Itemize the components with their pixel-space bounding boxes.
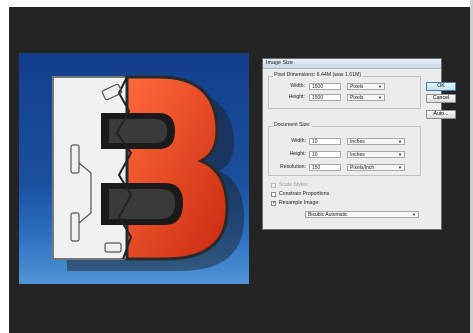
chevron-down-icon: ▼ — [398, 152, 402, 157]
height-unit-select[interactable]: Pixels ▼ — [347, 94, 385, 101]
resolution-unit-select[interactable]: Pixels/Inch ▼ — [347, 164, 405, 171]
image-canvas[interactable] — [19, 53, 249, 284]
resample-method-select[interactable]: Bicubic Automatic ▼ — [305, 211, 419, 218]
doc-width-input[interactable]: 10 — [309, 138, 341, 145]
image-size-dialog: Image Size Pixel Dimensions: 6.44M (was … — [262, 58, 442, 230]
width-input[interactable]: 1500 — [309, 83, 341, 90]
width-unit-value: Pixels — [350, 84, 364, 90]
width-unit-select[interactable]: Pixels ▼ — [347, 83, 385, 90]
chevron-down-icon: ▼ — [412, 212, 416, 217]
pixel-dimensions-group — [268, 76, 421, 109]
constrain-proportions-label: Constrain Proportions — [279, 191, 330, 197]
dialog-title: Image Size — [263, 59, 441, 69]
doc-width-unit-value: Inches — [350, 139, 365, 145]
resample-image-checkbox[interactable] — [271, 200, 276, 206]
height-input[interactable]: 1500 — [309, 94, 341, 101]
chevron-down-icon: ▼ — [378, 84, 382, 89]
letter-b-artwork — [52, 75, 244, 271]
width-label: Width: — [290, 83, 305, 89]
scale-styles-label: Scale Styles — [279, 182, 308, 188]
resample-method-value: Bicubic Automatic — [308, 212, 348, 218]
resolution-unit-value: Pixels/Inch — [350, 165, 375, 171]
pixel-dimensions-label: Pixel Dimensions: 6.44M (was 1.61M) — [273, 72, 363, 78]
ok-button[interactable]: OK — [426, 82, 456, 91]
doc-height-label: Height: — [289, 151, 306, 157]
chevron-down-icon: ▼ — [398, 139, 402, 144]
resolution-label: Resolution: — [280, 164, 306, 170]
cancel-button[interactable]: Cancel — [426, 94, 456, 103]
chevron-down-icon: ▼ — [378, 95, 382, 100]
resolution-input[interactable]: 150 — [309, 164, 341, 171]
constrain-proportions-checkbox[interactable] — [271, 192, 276, 197]
doc-height-unit-value: Inches — [350, 152, 365, 158]
doc-width-unit-select[interactable]: Inches ▼ — [347, 138, 405, 145]
auto-button[interactable]: Auto... — [426, 110, 456, 119]
doc-height-unit-select[interactable]: Inches ▼ — [347, 151, 405, 158]
chevron-down-icon: ▼ — [398, 165, 402, 170]
height-label: Height: — [288, 94, 305, 100]
doc-width-label: Width: — [291, 138, 306, 144]
scale-styles-checkbox[interactable] — [271, 183, 276, 188]
doc-height-input[interactable]: 10 — [309, 151, 341, 158]
document-size-label: Document Size: — [273, 122, 312, 128]
height-unit-value: Pixels — [350, 95, 364, 101]
resample-image-label: Resample Image: — [279, 200, 320, 206]
